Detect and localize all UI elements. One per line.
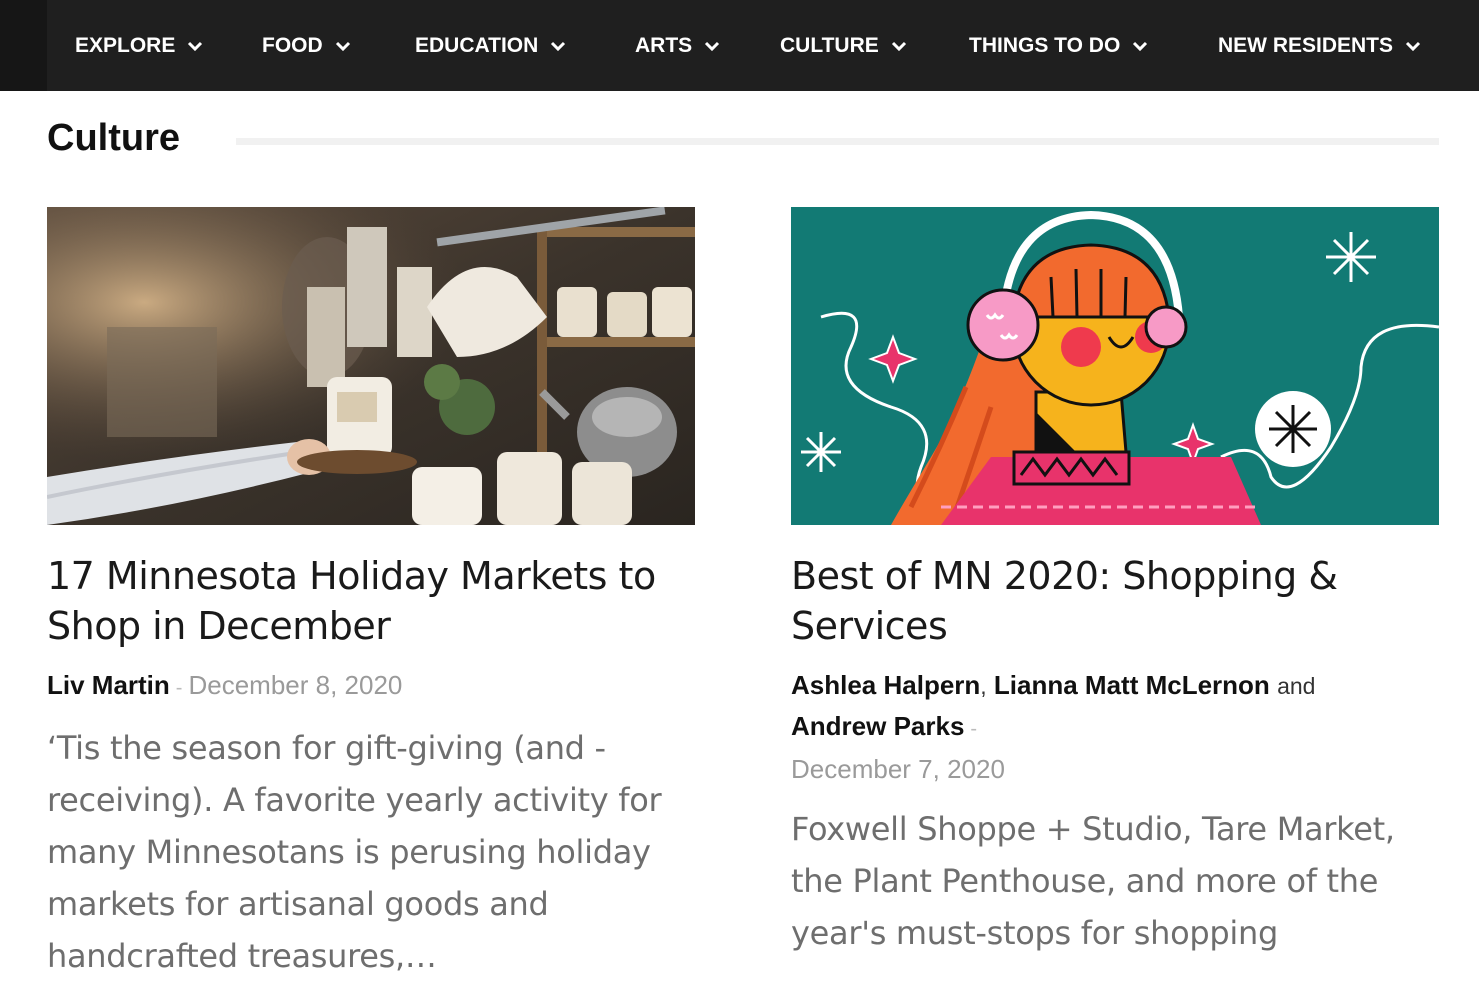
nav-item-label: EDUCATION [415, 33, 539, 57]
nav-item-label: CULTURE [780, 33, 879, 57]
author-joiner: , [980, 673, 987, 699]
nav-item-things-to-do[interactable]: THINGS TO DO [969, 0, 1148, 91]
author-link[interactable]: Lianna Matt McLernon [994, 670, 1270, 700]
nav-item-label: FOOD [262, 33, 323, 57]
winter-illustration[interactable] [791, 207, 1439, 525]
author-link[interactable]: Liv Martin [47, 670, 170, 700]
article-byline: Liv Martin - December 8, 2020 [47, 665, 695, 708]
article-title[interactable]: Best of MN 2020: Shopping & Services [791, 551, 1439, 651]
nav-item-label: ARTS [635, 33, 693, 57]
nav-left-edge [0, 0, 47, 91]
article-card: 17 Minnesota Holiday Markets to Shop in … [47, 207, 695, 982]
author-link[interactable]: Ashlea Halpern [791, 670, 980, 700]
nav-item-education[interactable]: EDUCATION [415, 0, 566, 91]
article-byline: Ashlea Halpern, Lianna Matt McLernon and… [791, 665, 1439, 789]
chevron-down-icon [187, 41, 203, 51]
chevron-down-icon [704, 41, 720, 51]
chevron-down-icon [1405, 41, 1421, 51]
top-navigation: EXPLORE FOOD EDUCATION ARTS CULTURE THIN… [0, 0, 1479, 91]
chevron-down-icon [550, 41, 566, 51]
author-joiner: and [1277, 673, 1316, 699]
article-date: December 7, 2020 [791, 754, 1005, 784]
chevron-down-icon [1132, 41, 1148, 51]
section-divider [236, 138, 1439, 145]
article-excerpt: Foxwell Shoppe + Studio, Tare Market, th… [791, 810, 1395, 952]
nav-item-food[interactable]: FOOD [262, 0, 351, 91]
section-title: Culture [47, 117, 180, 159]
article-title[interactable]: 17 Minnesota Holiday Markets to Shop in … [47, 551, 695, 651]
nav-item-arts[interactable]: ARTS [635, 0, 720, 91]
holiday-market-photo[interactable] [47, 207, 695, 525]
chevron-down-icon [335, 41, 351, 51]
nav-item-label: THINGS TO DO [969, 33, 1121, 57]
byline-separator: - [175, 677, 183, 699]
nav-item-explore[interactable]: EXPLORE [75, 0, 203, 91]
article-card: Best of MN 2020: Shopping & Services Ash… [791, 207, 1439, 959]
article-date: December 8, 2020 [188, 670, 403, 700]
nav-item-label: EXPLORE [75, 33, 176, 57]
nav-item-label: NEW RESIDENTS [1218, 33, 1394, 57]
nav-item-culture[interactable]: CULTURE [780, 0, 907, 91]
author-link[interactable]: Andrew Parks [791, 711, 964, 741]
byline-separator: - [970, 718, 978, 740]
nav-item-new-residents[interactable]: NEW RESIDENTS [1218, 0, 1421, 91]
article-excerpt: ‘Tis the season for gift-giving (and -re… [47, 729, 662, 975]
chevron-down-icon [891, 41, 907, 51]
